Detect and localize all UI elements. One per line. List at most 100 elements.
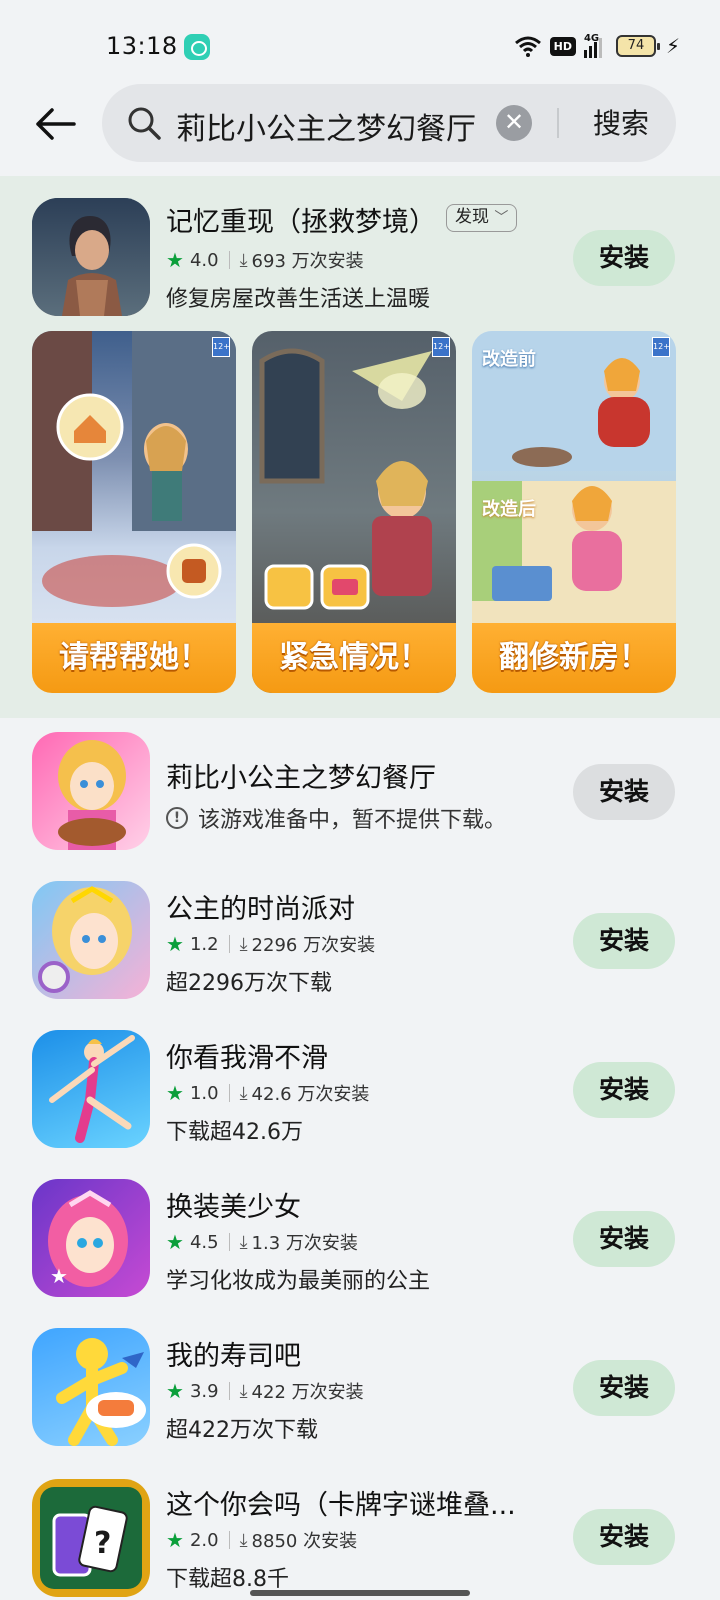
app-icon[interactable] — [32, 732, 150, 850]
message-notification-icon — [184, 34, 210, 60]
status-icons: HD 4G 74 ⚡ — [514, 33, 680, 59]
age-rating-badge: 12+ — [212, 337, 230, 357]
app-title[interactable]: 换装美少女 — [166, 1185, 301, 1224]
app-meta: ★ 1.2 ⤓ 2296 万次安装 — [166, 931, 375, 957]
screenshot-caption: 请帮帮她！ — [32, 623, 236, 693]
screenshot-caption: 紧急情况！ — [252, 623, 456, 693]
svg-text:?: ? — [94, 1526, 111, 1561]
list-item[interactable]: 我的寿司吧 ★ 3.9 ⤓ 422 万次安装 超422万次下载 安装 — [0, 1328, 720, 1458]
app-meta: ★ 1.0 ⤓ 42.6 万次安装 — [166, 1080, 369, 1106]
star-icon: ★ — [166, 1081, 184, 1105]
status-time: 13:18 — [106, 32, 178, 60]
list-item[interactable]: ★ 换装美少女 ★ 4.5 ⤓ 1.3 万次安装 学习化妆成为最美丽的公主 安装 — [0, 1179, 720, 1309]
app-meta: ★ 3.9 ⤓ 422 万次安装 — [166, 1378, 364, 1404]
age-rating-badge: 12+ — [432, 337, 450, 357]
app-installs: 1.3 万次安装 — [251, 1233, 358, 1254]
featured-app-meta: ★ 4.0 ⤓ 693 万次安装 — [166, 247, 364, 273]
app-installs: 8850 次安装 — [251, 1531, 358, 1552]
download-icon: ⤓ — [239, 1231, 248, 1253]
install-button[interactable]: 安装 — [573, 1062, 675, 1118]
app-rating: 4.5 — [189, 1231, 219, 1253]
featured-app-icon[interactable] — [32, 198, 150, 316]
back-button[interactable] — [30, 100, 80, 148]
app-description: 学习化妆成为最美丽的公主 — [166, 1269, 431, 1294]
app-icon[interactable]: ? — [32, 1479, 150, 1597]
app-rating: 2.0 — [189, 1529, 219, 1551]
chevron-down-icon: ﹀ — [494, 210, 509, 226]
featured-app-card[interactable]: 记忆重现（拯救梦境） 发现 ﹀ ★ 4.0 ⤓ 693 万次安装 修复房屋改善生… — [0, 176, 720, 718]
app-title[interactable]: 这个你会吗（卡牌字谜堆叠... — [166, 1483, 516, 1522]
app-title[interactable]: 莉比小公主之梦幻餐厅 — [166, 756, 436, 795]
notice-text: 该游戏准备中，暂不提供下载。 — [198, 808, 507, 833]
app-description: 下载超42.6万 — [166, 1120, 303, 1145]
back-arrow-icon — [36, 108, 76, 140]
list-item[interactable]: ? 这个你会吗（卡牌字谜堆叠... ★ 2.0 ⤓ 8850 次安装 下载超8.… — [0, 1477, 720, 1600]
app-icon[interactable]: ★ — [32, 1179, 150, 1297]
install-button[interactable]: 安装 — [573, 1360, 675, 1416]
install-button[interactable]: 安装 — [573, 1509, 675, 1565]
star-icon: ★ — [166, 1230, 184, 1254]
download-icon: ⤓ — [239, 1082, 248, 1104]
search-button[interactable]: 搜索 — [576, 104, 666, 144]
list-item[interactable]: 你看我滑不滑 ★ 1.0 ⤓ 42.6 万次安装 下载超42.6万 安装 — [0, 1030, 720, 1160]
app-description: 下载超8.8千 — [166, 1567, 289, 1592]
screenshot-caption: 翻修新房！ — [472, 623, 676, 693]
screenshot-3[interactable]: 改造前 改造后 12+ 翻修新房！ — [472, 331, 676, 693]
featured-installs: 693 万次安装 — [251, 251, 364, 272]
install-button[interactable]: 安装 — [573, 1211, 675, 1267]
app-title[interactable]: 我的寿司吧 — [166, 1334, 301, 1373]
star-icon: ★ — [166, 1528, 184, 1552]
after-label: 改造后 — [482, 499, 536, 520]
screenshot-2[interactable]: 12+ 紧急情况！ — [252, 331, 456, 693]
featured-install-button[interactable]: 安装 — [573, 230, 675, 286]
featured-app-title[interactable]: 记忆重现（拯救梦境） — [166, 200, 436, 239]
install-button[interactable]: 安装 — [573, 913, 675, 969]
discover-tag-label: 发现 — [455, 207, 489, 227]
clear-search-icon[interactable]: ✕ — [496, 105, 532, 141]
wifi-icon — [514, 36, 541, 57]
app-title[interactable]: 你看我滑不滑 — [166, 1036, 328, 1075]
app-icon[interactable] — [32, 1030, 150, 1148]
list-item[interactable]: 公主的时尚派对 ★ 1.2 ⤓ 2296 万次安装 超2296万次下载 安装 — [0, 881, 720, 1011]
download-icon: ⤓ — [239, 933, 248, 955]
app-installs: 2296 万次安装 — [251, 935, 376, 956]
screenshot-1[interactable]: 12+ 请帮帮她！ — [32, 331, 236, 693]
before-label: 改造前 — [482, 349, 536, 370]
list-item[interactable]: 莉比小公主之梦幻餐厅 ! 该游戏准备中，暂不提供下载。 安装 — [0, 732, 720, 862]
screenshot-gallery[interactable]: 12+ 请帮帮她！ 12+ 紧急情况！ 改造前 改造后 12+ 翻修新房！ — [32, 331, 676, 693]
app-rating: 1.0 — [189, 1082, 219, 1104]
star-icon: ★ — [166, 1379, 184, 1403]
status-bar: 13:18 HD 4G 74 ⚡ — [0, 0, 720, 84]
search-icon — [128, 107, 161, 140]
featured-rating: 4.0 — [189, 249, 219, 271]
search-input[interactable]: 莉比小公主之梦幻餐厅 — [176, 104, 496, 144]
hd-badge: HD — [549, 36, 576, 56]
battery-icon: 74 — [615, 35, 660, 57]
app-description: 超2296万次下载 — [166, 971, 332, 996]
app-meta: ★ 2.0 ⤓ 8850 次安装 — [166, 1527, 357, 1553]
search-bar[interactable]: 莉比小公主之梦幻餐厅 ✕ 搜索 — [102, 84, 676, 162]
signal-icon: 4G — [583, 34, 608, 58]
unavailable-notice: ! 该游戏准备中，暂不提供下载。 — [166, 802, 506, 834]
install-button[interactable]: 安装 — [573, 764, 675, 820]
app-meta: ★ 4.5 ⤓ 1.3 万次安装 — [166, 1229, 358, 1255]
app-rating: 1.2 — [189, 933, 219, 955]
home-indicator[interactable] — [250, 1590, 470, 1596]
app-title[interactable]: 公主的时尚派对 — [166, 887, 355, 926]
app-description: 超422万次下载 — [166, 1418, 318, 1443]
app-icon[interactable] — [32, 1328, 150, 1446]
featured-app-description: 修复房屋改善生活送上温暖 — [166, 287, 431, 312]
discover-tag[interactable]: 发现 ﹀ — [446, 204, 518, 232]
charging-icon: ⚡ — [665, 34, 680, 58]
app-icon[interactable] — [32, 881, 150, 999]
search-divider — [557, 108, 559, 138]
svg-text:★: ★ — [50, 1264, 68, 1288]
download-icon: ⤓ — [239, 249, 248, 271]
app-rating: 3.9 — [189, 1380, 219, 1402]
star-icon: ★ — [166, 932, 184, 956]
info-icon: ! — [166, 807, 188, 829]
star-icon: ★ — [166, 248, 184, 272]
age-rating-badge: 12+ — [652, 337, 670, 357]
download-icon: ⤓ — [239, 1380, 248, 1402]
app-installs: 422 万次安装 — [251, 1382, 364, 1403]
